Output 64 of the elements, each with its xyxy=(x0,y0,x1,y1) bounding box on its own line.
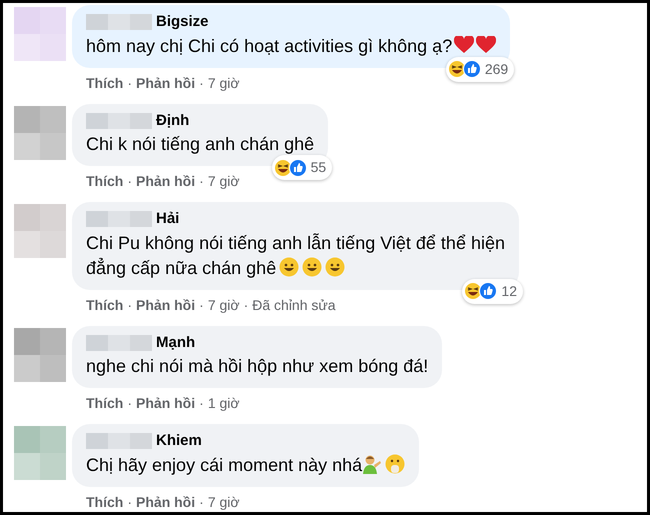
comment-meta-text: 7 giờ xyxy=(208,74,240,93)
comment-action-link[interactable]: Thích xyxy=(86,171,124,192)
commenter-name[interactable]: Mạnh xyxy=(156,332,196,354)
separator-dot: · xyxy=(127,492,132,512)
separator-dot: · xyxy=(127,296,132,314)
commenter-name[interactable]: Hải xyxy=(156,208,180,230)
person-gesture-icon xyxy=(362,454,382,474)
comment-text: Chi k nói tiếng anh chán ghê xyxy=(86,133,314,156)
comment-action-link[interactable]: Phản hồi xyxy=(136,393,196,414)
separator-dot: · xyxy=(127,394,132,413)
reaction-summary[interactable]: 55 xyxy=(272,155,332,180)
pixelated-name-drawing xyxy=(86,334,152,351)
comment-meta-text: Đã chỉnh sửa xyxy=(252,296,336,314)
like-icon xyxy=(462,60,481,78)
comment-text: đẳng cấp nữa chán ghê xyxy=(86,256,505,280)
pixelated-avatar-drawing xyxy=(14,7,66,61)
heart-icon xyxy=(454,36,474,54)
commenter-name[interactable]: Bigsize xyxy=(156,11,209,34)
comment-action-link[interactable]: Phản hồi xyxy=(136,492,196,512)
reaction-count: 269 xyxy=(484,60,508,78)
comment-text: Chi Pu không nói tiếng anh lẫn tiếng Việt để thể hiện xyxy=(86,232,505,255)
pixelated-name-drawing xyxy=(86,112,152,129)
comment-action-link[interactable]: Phản hồi xyxy=(136,171,196,192)
reaction-count: 55 xyxy=(310,158,326,177)
separator-dot: · xyxy=(244,296,248,314)
comment-text: Chị hãy enjoy cái moment này nhá xyxy=(86,452,406,478)
separator-dot: · xyxy=(199,492,204,512)
pixelated-avatar-drawing xyxy=(14,204,66,258)
pixelated-name-drawing xyxy=(86,433,152,450)
pixelated-avatar-drawing xyxy=(14,426,66,480)
comment-action-link[interactable]: Thích xyxy=(86,393,124,414)
separator-dot: · xyxy=(199,394,204,413)
smiley-icon xyxy=(279,256,300,276)
commenter-name[interactable]: Định xyxy=(156,110,190,132)
reaction-summary[interactable]: 12 xyxy=(462,278,523,304)
pixelated-avatar-drawing xyxy=(14,106,66,160)
comment-meta-text: 7 giờ xyxy=(208,492,240,512)
reaction-count: 12 xyxy=(501,282,517,300)
separator-dot: · xyxy=(127,172,132,191)
pixelated-name-drawing xyxy=(86,211,152,228)
comment-meta-text: 1 giờ xyxy=(208,394,240,413)
smiley-icon xyxy=(302,256,322,276)
reaction-summary[interactable]: 269 xyxy=(446,56,514,82)
commenter-name[interactable]: Khiem xyxy=(156,430,202,452)
comment-action-link[interactable]: Phản hồi xyxy=(136,294,196,316)
comment-action-link[interactable]: Thích xyxy=(86,492,124,512)
comment-meta-text: 7 giờ xyxy=(208,172,240,191)
heart-icon xyxy=(476,36,496,54)
separator-dot: · xyxy=(199,74,204,92)
separator-dot: · xyxy=(199,296,204,314)
pixelated-avatar-drawing xyxy=(14,328,66,382)
separator-dot: · xyxy=(127,74,132,92)
pixelated-name-drawing xyxy=(86,14,152,30)
hand-over-mouth-emoji-icon xyxy=(385,454,406,474)
comment-action-link[interactable]: Thích xyxy=(86,72,124,94)
like-icon xyxy=(479,282,498,300)
like-icon xyxy=(288,158,307,176)
comment-text: hôm nay chị Chi có hoạt activities gì không ạ? xyxy=(86,34,496,58)
smiley-icon xyxy=(325,256,346,276)
comment-action-link[interactable]: Phản hồi xyxy=(136,72,196,94)
comment-meta-text: 7 giờ xyxy=(208,296,240,315)
comment-text: nghe chi nói mà hồi hộp như xem bóng đá! xyxy=(86,355,428,378)
separator-dot: · xyxy=(199,172,204,191)
comment-action-link[interactable]: Thích xyxy=(86,294,124,316)
